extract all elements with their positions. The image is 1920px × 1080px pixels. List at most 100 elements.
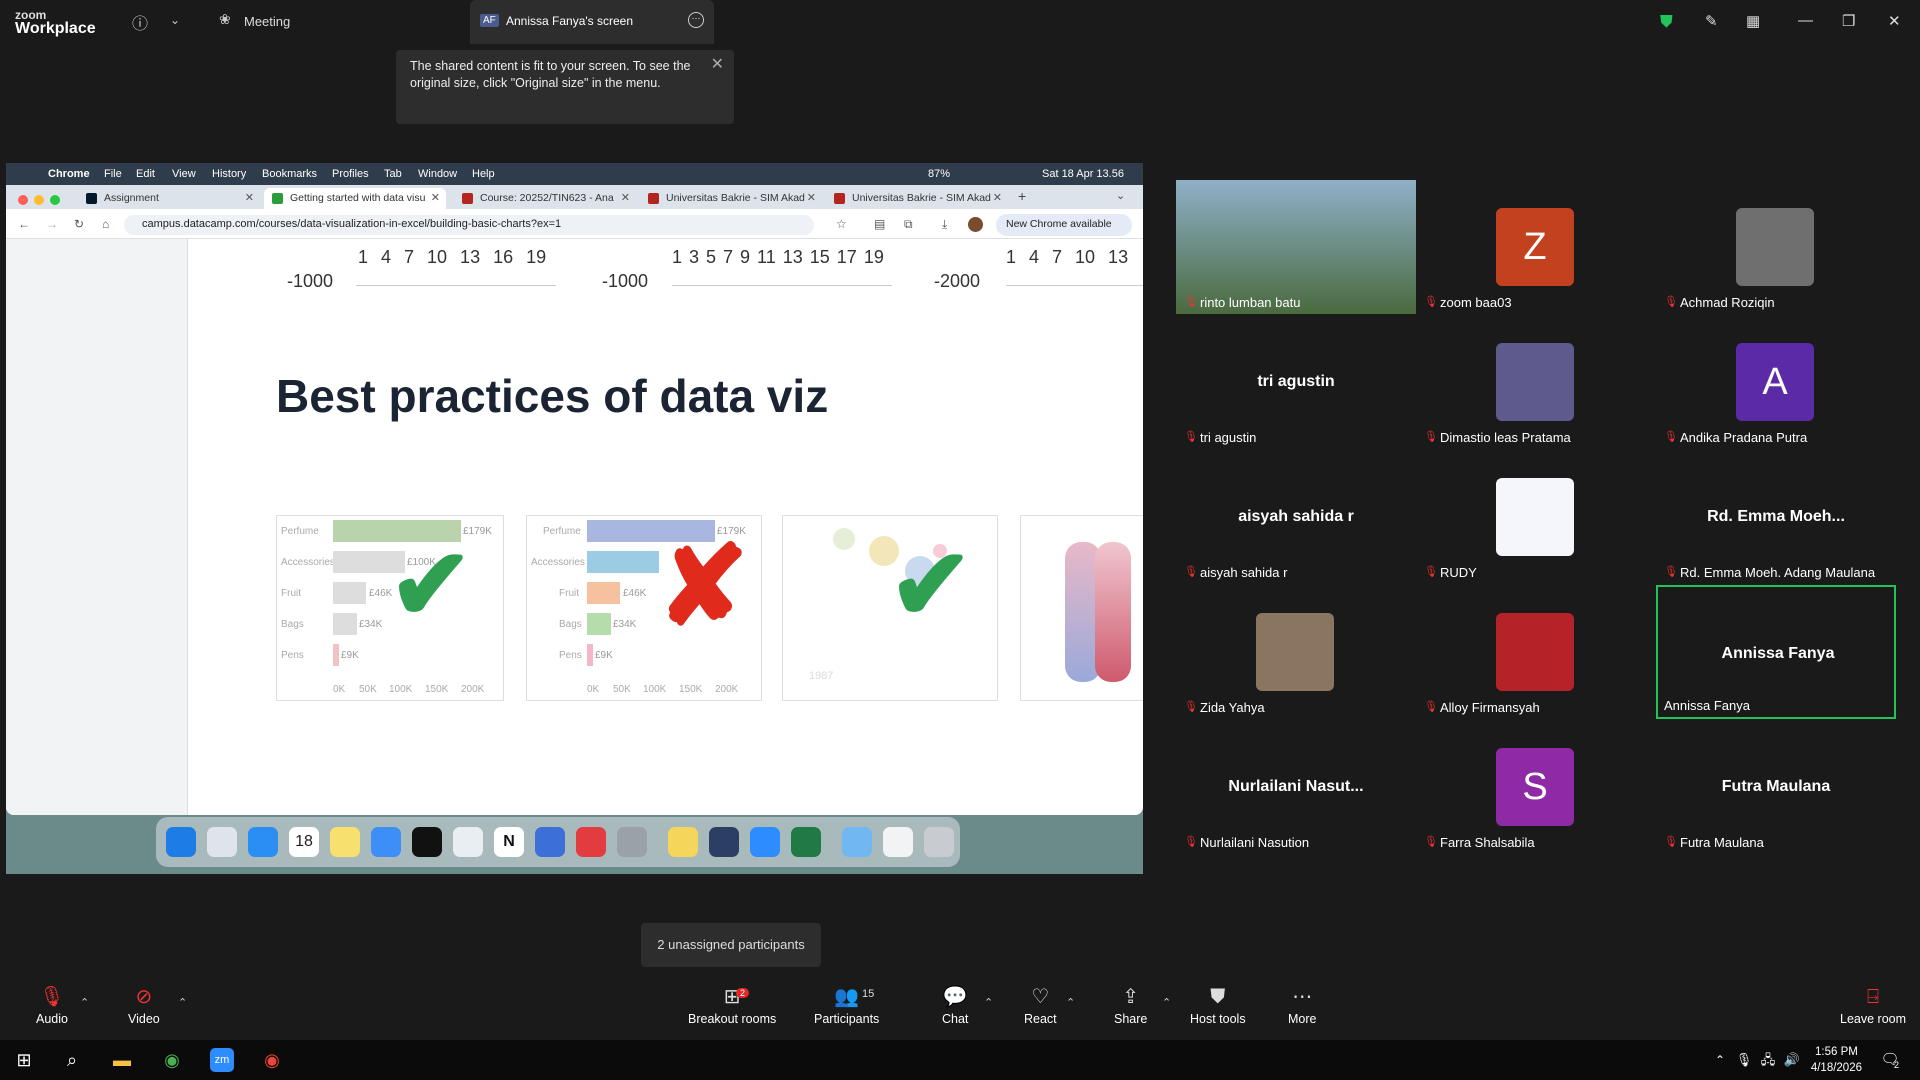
minimize-dot[interactable] <box>34 195 44 205</box>
stickies-icon[interactable] <box>668 827 698 857</box>
view-layout-icon[interactable]: ▦ <box>1746 12 1760 30</box>
folder-icon[interactable] <box>842 827 872 857</box>
chat-button[interactable]: 💬 Chat <box>942 984 968 1026</box>
video-button[interactable]: ⊘ Video <box>128 984 160 1026</box>
minimize-icon[interactable]: — <box>1798 12 1813 29</box>
chrome-taskbar-icon[interactable]: ◉ <box>160 1048 184 1072</box>
chrome-active-taskbar-icon[interactable]: ◉ <box>260 1048 284 1072</box>
more-options-icon[interactable]: ··· <box>688 12 704 28</box>
shared-screen-tab[interactable]: AF Annissa Fanya's screen ··· <box>470 0 714 44</box>
new-tab-icon[interactable]: + <box>1018 188 1026 204</box>
forward-icon[interactable]: → <box>46 217 58 231</box>
tab-close-icon[interactable]: ✕ <box>993 191 1002 204</box>
participant-tile[interactable]: tri agustin 🎙 tri agustin <box>1176 315 1416 449</box>
participant-tile[interactable]: 🎙 Alloy Firmansyah <box>1416 585 1656 719</box>
more-button[interactable]: ⋯ More <box>1288 984 1316 1026</box>
miro-icon[interactable] <box>576 827 606 857</box>
share-caret-icon[interactable]: ⌃ <box>1162 996 1171 1009</box>
tab-close-icon[interactable]: ✕ <box>431 191 440 204</box>
settings-gear-icon[interactable] <box>617 827 647 857</box>
safari-icon[interactable] <box>371 827 401 857</box>
windows-start-icon[interactable]: ⊞ <box>12 1048 36 1072</box>
notes-icon[interactable] <box>330 827 360 857</box>
unassigned-participants-notice[interactable]: 2 unassigned participants <box>641 923 821 967</box>
zoom-icon[interactable] <box>750 827 780 857</box>
participant-tile[interactable]: 🎙 RUDY <box>1416 450 1656 584</box>
trash-icon[interactable] <box>924 827 954 857</box>
launchpad-icon[interactable] <box>207 827 237 857</box>
chevron-down-icon[interactable]: ⌄ <box>170 13 180 27</box>
participant-tile[interactable]: S 🎙 Farra Shalsabila <box>1416 720 1656 854</box>
example-card-bad-bar: Perfume Accessories Fruit Bags Pens £179… <box>526 515 762 701</box>
browser-tab[interactable]: Course: 20252/TIN623 - Ana ✕ <box>454 188 636 209</box>
calendar-icon[interactable]: 18 <box>289 827 319 857</box>
browser-tab[interactable]: Assignment ✕ <box>78 188 260 209</box>
reload-icon[interactable]: ↻ <box>74 217 84 231</box>
tooltip-close-icon[interactable]: ✕ <box>711 56 724 73</box>
participant-tile[interactable]: 🎙 rinto lumban batu <box>1176 180 1416 314</box>
meeting-tab[interactable]: Meeting <box>244 14 290 29</box>
tray-mic-icon[interactable]: 🎙 <box>1732 1048 1756 1072</box>
profile-avatar[interactable] <box>968 217 983 232</box>
leave-room-button[interactable]: ⍈ Leave room <box>1840 984 1906 1026</box>
participant-tile[interactable]: Z 🎙 zoom baa03 <box>1416 180 1656 314</box>
participant-tile[interactable]: Annissa Fanya Annissa Fanya <box>1656 585 1896 719</box>
react-caret-icon[interactable]: ⌃ <box>1066 996 1075 1009</box>
tray-network-icon[interactable]: 🖧 <box>1756 1048 1780 1072</box>
shield-icon[interactable]: ⛊ <box>1660 12 1673 32</box>
annotate-pen-icon[interactable]: ✎ <box>1705 12 1718 30</box>
tray-chevron-icon[interactable]: ⌃ <box>1708 1048 1732 1072</box>
system-clock[interactable]: 1:56 PM 4/18/2026 <box>1811 1044 1862 1076</box>
share-button[interactable]: ⇪ Share <box>1114 984 1147 1026</box>
excel-icon[interactable] <box>791 827 821 857</box>
video-caret-icon[interactable]: ⌃ <box>178 996 187 1009</box>
notion-icon[interactable]: N <box>494 827 524 857</box>
search-icon[interactable]: ⌕ <box>60 1048 84 1072</box>
breakout-rooms-button[interactable]: ⊞ Breakout rooms <box>688 984 776 1026</box>
browser-tab-active[interactable]: Getting started with data visu ✕ <box>264 188 446 209</box>
audio-caret-icon[interactable]: ⌃ <box>80 996 89 1009</box>
close-dot[interactable] <box>18 195 28 205</box>
bookmark-star-icon[interactable]: ☆ <box>836 217 847 231</box>
participant-tile[interactable]: Nurlailani Nasut... 🎙 Nurlailani Nasution <box>1176 720 1416 854</box>
browser-tab[interactable]: Universitas Bakrie - SIM Akad ✕ <box>826 188 1008 209</box>
participant-tile[interactable]: 🎙 Dimastio leas Pratama <box>1416 315 1656 449</box>
spotify-icon[interactable] <box>412 827 442 857</box>
participant-tile[interactable]: 🎙 Achmad Roziqin <box>1656 180 1896 314</box>
finder-icon[interactable] <box>166 827 196 857</box>
browser-tab[interactable]: Universitas Bakrie - SIM Akad ✕ <box>640 188 822 209</box>
new-chrome-button[interactable]: New Chrome available <box>996 214 1132 236</box>
participant-tile[interactable]: 🎙 Zida Yahya <box>1176 585 1416 719</box>
tab-search-icon[interactable]: ⌄ <box>1116 189 1125 202</box>
home-icon[interactable]: ⌂ <box>102 217 109 231</box>
close-icon[interactable]: ✕ <box>1888 12 1901 30</box>
participant-tile[interactable]: A 🎙 Andika Pradana Putra <box>1656 315 1896 449</box>
tab-close-icon[interactable]: ✕ <box>807 191 816 204</box>
url-field[interactable]: campus.datacamp.com/courses/data-visuali… <box>124 215 814 235</box>
host-tools-button[interactable]: ⛊ Host tools <box>1190 984 1246 1026</box>
puzzle-icon[interactable]: ⧉ <box>904 217 913 232</box>
bar-label: Bags <box>281 619 304 630</box>
participant-tile[interactable]: Rd. Emma Moeh... 🎙 Rd. Emma Moeh. Adang Ma… <box>1656 450 1896 584</box>
restore-icon[interactable]: ❐ <box>1842 12 1855 30</box>
zoom-dot[interactable] <box>50 195 60 205</box>
preview-icon[interactable] <box>883 827 913 857</box>
info-icon[interactable]: ⓘ <box>132 10 148 34</box>
tab-close-icon[interactable]: ✕ <box>245 191 254 204</box>
zoom-app-icon[interactable] <box>709 827 739 857</box>
audio-button[interactable]: 🎙 Audio <box>36 984 68 1026</box>
zoom-taskbar-icon[interactable]: zm <box>210 1048 234 1072</box>
tab-close-icon[interactable]: ✕ <box>621 191 630 204</box>
download-icon[interactable]: ⤓ <box>942 217 947 232</box>
file-explorer-icon[interactable]: ▬ <box>110 1048 134 1072</box>
extension-icon[interactable]: ▤ <box>874 217 885 231</box>
files-icon[interactable] <box>535 827 565 857</box>
back-icon[interactable]: ← <box>18 217 30 231</box>
react-button[interactable]: ♡ React <box>1024 984 1057 1026</box>
participant-tile[interactable]: Futra Maulana 🎙 Futra Maulana <box>1656 720 1896 854</box>
mail-icon[interactable] <box>248 827 278 857</box>
participant-tile[interactable]: aisyah sahida r 🎙 aisyah sahida r <box>1176 450 1416 584</box>
tray-volume-icon[interactable]: 🔊 <box>1780 1048 1804 1072</box>
chat-caret-icon[interactable]: ⌃ <box>984 996 993 1009</box>
chrome-icon[interactable] <box>453 827 483 857</box>
